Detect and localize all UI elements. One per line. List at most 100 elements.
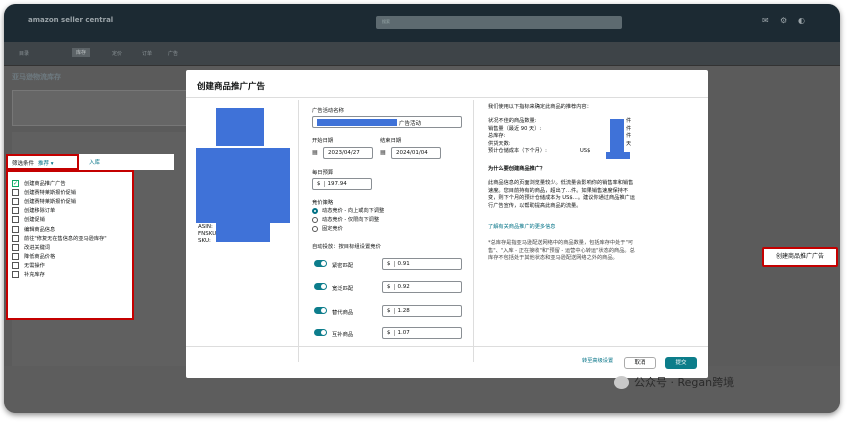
start-date-label: 开始日期 — [312, 138, 334, 144]
filter-option[interactable]: 创建赛特莱斯报价促销 — [12, 188, 128, 197]
filter-option[interactable]: 创建移除订单 — [12, 206, 128, 215]
language-icon[interactable]: ◐ — [798, 16, 805, 25]
complements-label: 互补商品 — [332, 332, 354, 338]
checkbox[interactable] — [12, 234, 19, 242]
complements-toggle[interactable] — [314, 329, 327, 336]
filter-option[interactable]: 补充库存 — [12, 270, 128, 279]
logo: amazon seller central — [28, 16, 114, 24]
column-divider-right — [473, 100, 474, 362]
checkbox[interactable] — [12, 252, 19, 260]
filter-option-label: 改进关键词 — [24, 244, 50, 251]
footer-divider — [186, 346, 708, 347]
filter-option[interactable]: 前往"修复无在售信息的亚马逊库存" — [12, 234, 128, 243]
create-sp-ad-button[interactable]: 创建商品推广广告 — [762, 247, 838, 267]
filter-option[interactable]: 无需操作 — [12, 261, 128, 270]
start-date-input[interactable]: 2023/04/27 — [323, 147, 373, 159]
filter-option[interactable]: 降低商品价格 — [12, 252, 128, 261]
search-input[interactable]: 搜索 — [376, 16, 622, 29]
campaign-name-input[interactable]: 广告活动 — [312, 116, 462, 128]
product-title-redacted — [196, 148, 290, 223]
filter-option-label: 创建商品推广广告 — [24, 181, 66, 188]
checkbox[interactable] — [12, 198, 19, 206]
filter-option-label: 创建促销 — [24, 217, 45, 224]
metrics-redacted — [610, 119, 624, 154]
checkbox[interactable]: ✓ — [12, 180, 19, 188]
metric-row: 供货天数: 天 — [488, 140, 632, 147]
nav-inventory[interactable]: 库存 — [72, 48, 91, 57]
loose-match-bid[interactable]: $0.92 — [382, 281, 462, 293]
info-banner — [12, 90, 188, 126]
checkbox[interactable] — [12, 207, 19, 215]
checkbox[interactable] — [12, 270, 19, 278]
inventory-note: *总库存是指亚马逊配送网络中的商品数量，包括库存中处于"可售"、"入库 - 正在… — [488, 240, 635, 261]
nav-orders[interactable]: 订单 — [142, 50, 152, 57]
substitutes-toggle[interactable] — [314, 307, 327, 314]
filter-option-label: 创建赛特莱斯报价促销 — [24, 199, 76, 206]
main-nav: 目录 库存 定价 订单 广告 — [4, 42, 840, 66]
close-match-toggle[interactable] — [314, 260, 327, 267]
filter-option[interactable]: 改进关键词 — [12, 243, 128, 252]
filter-option[interactable]: 创建赛特莱斯报价促销 — [12, 197, 128, 206]
mail-icon[interactable]: ✉ — [762, 16, 769, 25]
filter-option[interactable]: 编辑商品信息 — [12, 224, 128, 233]
advanced-settings-link[interactable]: 转至高级设置 — [582, 358, 613, 366]
strategy-down-only[interactable]: 动态竞价 - 仅限向下调整 — [312, 216, 379, 223]
campaign-name-label: 广告活动名称 — [312, 108, 344, 114]
checkbox[interactable] — [12, 243, 19, 251]
filter-inbound[interactable]: 入库 — [89, 158, 100, 166]
substitutes-bid[interactable]: $1.28 — [382, 305, 462, 317]
submit-button[interactable]: 提交 — [665, 357, 697, 369]
loose-match-label: 宽泛匹配 — [332, 286, 354, 292]
metrics-intro: 我们使用以下指标来确定此商品的推荐内容： — [488, 104, 592, 110]
filter-option-label: 编辑商品信息 — [24, 226, 56, 233]
top-bar: amazon seller central 搜索 ✉ ⚙ ◐ — [4, 4, 840, 42]
column-divider-left — [298, 100, 299, 362]
calendar-icon[interactable]: ▦ — [380, 149, 386, 156]
metric-unit: 件 — [626, 133, 632, 139]
checkbox[interactable] — [12, 216, 19, 224]
filter-dropdown[interactable]: 筛选条件 推荐 ▾ — [6, 154, 79, 170]
metric-unit: 件 — [626, 125, 632, 132]
gear-icon[interactable]: ⚙ — [780, 16, 787, 25]
daily-budget-label: 每日预算 — [312, 170, 334, 176]
create-sp-ad-modal: 创建商品推广广告 ASIN: FNSKU: SKU: 广告活动名称 广告活动 开… — [186, 70, 708, 378]
filter-label: 筛选条件 — [12, 161, 35, 167]
filter-selected: 推荐 — [38, 161, 50, 167]
close-match-label: 紧密匹配 — [332, 263, 354, 269]
asin-label: ASIN: — [198, 224, 213, 230]
why-title: 为什么要创建商品推广？ — [488, 166, 546, 172]
strategy-fixed[interactable]: 固定竞价 — [312, 225, 343, 232]
calendar-icon[interactable]: ▦ — [312, 149, 318, 156]
end-date-label: 结束日期 — [380, 138, 402, 144]
close-match-bid[interactable]: $0.91 — [382, 258, 462, 270]
checkbox[interactable] — [12, 189, 19, 197]
nav-pricing[interactable]: 定价 — [112, 50, 122, 57]
filter-option[interactable]: ✓ 创建商品推广广告 — [12, 179, 128, 188]
metrics-list: 状况不佳的商品数量: 件销售量（最近 90 天）: 件总库存: 件供货天数: 天预计仓储… — [488, 118, 700, 156]
end-date-input[interactable]: 2024/01/04 — [391, 147, 441, 159]
checkbox[interactable] — [12, 225, 19, 233]
strategy-up-down[interactable]: 动态竞价 - 向上或向下调整 — [312, 207, 384, 214]
product-image-redacted — [216, 108, 264, 146]
filter-bar: 筛选条件 推荐 ▾ 入库 — [6, 154, 174, 170]
nav-catalog[interactable]: 目录 — [19, 50, 29, 57]
filter-option-label: 创建移除订单 — [24, 208, 56, 215]
learn-more-link[interactable]: 了解有关商品推广的更多信息 — [488, 224, 555, 232]
complements-bid[interactable]: $1.07 — [382, 327, 462, 339]
loose-match-toggle[interactable] — [314, 283, 327, 290]
metric-unit: 天 — [626, 140, 632, 147]
filter-option[interactable]: 创建促销 — [12, 215, 128, 224]
metric-unit: US$ — [580, 148, 591, 154]
daily-budget-input[interactable]: $197.94 — [312, 178, 372, 190]
checkbox[interactable] — [12, 261, 19, 269]
cancel-button[interactable]: 取消 — [624, 357, 656, 369]
modal-title: 创建商品推广广告 — [197, 82, 266, 92]
filter-option-label: 创建赛特莱斯报价促销 — [24, 190, 76, 197]
watermark-text: 公众号 · Regan跨境 — [634, 376, 735, 389]
metric-row: 状况不佳的商品数量: 件 — [488, 118, 632, 124]
nav-ads[interactable]: 广告 — [168, 50, 178, 57]
filter-options-menu: ✓ 创建商品推广广告创建赛特莱斯报价促销 创建赛特莱斯报价促销 创建移除订单 创建促销编… — [6, 170, 134, 320]
bid-strategy-label: 竞价策略 — [312, 200, 334, 206]
metric-row: 销售量（最近 90 天）: 件 — [488, 125, 632, 132]
metric-unit: 件 — [626, 118, 632, 124]
